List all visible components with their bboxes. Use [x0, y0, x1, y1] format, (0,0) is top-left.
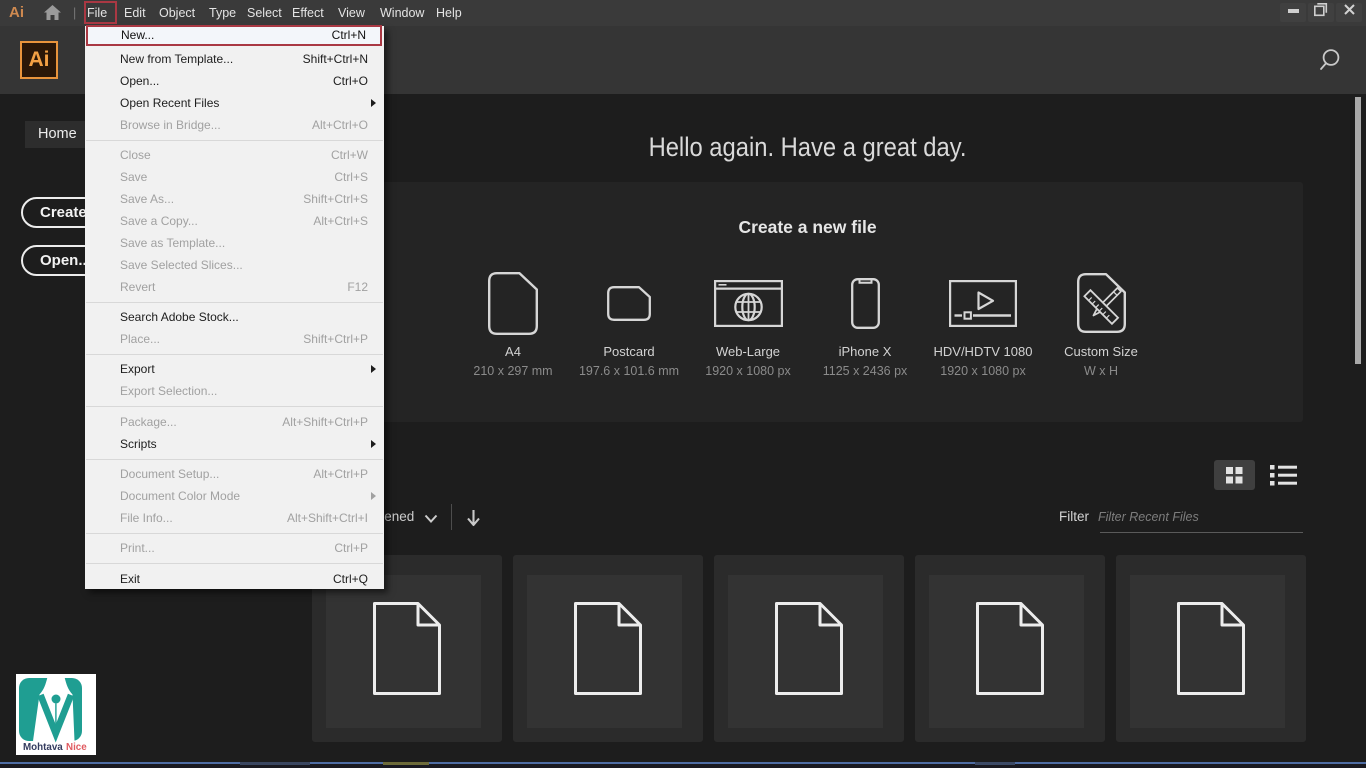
svg-text:Mohtava: Mohtava	[23, 742, 63, 753]
svg-text:Nice: Nice	[66, 742, 87, 753]
